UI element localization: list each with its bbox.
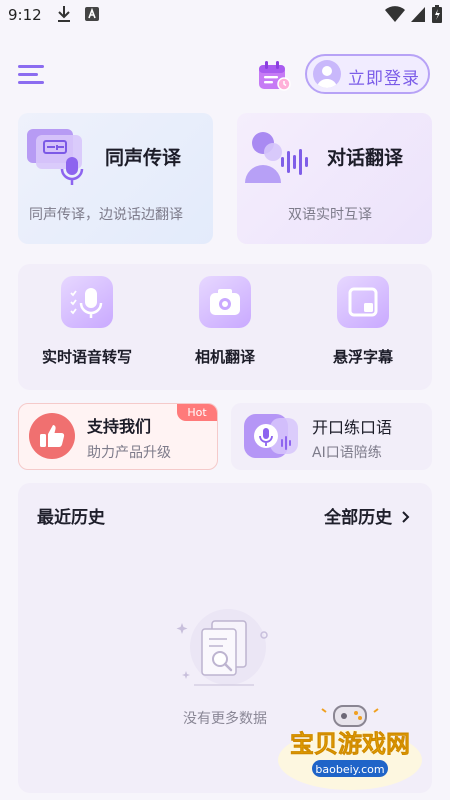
watermark-brand: 宝贝游戏网 <box>290 730 410 758</box>
simultaneous-title: 同声传译 <box>105 147 182 169</box>
tool-floating-subtitle[interactable]: 悬浮字幕 <box>294 264 432 390</box>
status-time: 9:12 <box>8 6 42 24</box>
tool-label: 相机翻译 <box>194 348 255 366</box>
signal-icon <box>410 5 426 27</box>
simultaneous-subtitle: 同声传译，边说话边翻译 <box>29 207 183 223</box>
tool-label: 实时语音转写 <box>41 348 132 366</box>
floating-window-icon <box>337 276 389 328</box>
status-bar: 9:12 <box>0 0 450 30</box>
avatar-icon <box>313 60 341 88</box>
login-button[interactable]: 立即登录 <box>305 54 430 94</box>
support-us-card[interactable]: 支持我们 助力产品升级 Hot <box>18 403 218 470</box>
app-notification-icon <box>84 5 100 27</box>
interpreter-icon <box>24 125 98 191</box>
calendar-icon[interactable] <box>257 60 291 92</box>
simultaneous-translation-card[interactable]: 同声传译 同声传译，边说话边翻译 <box>18 113 213 244</box>
thumbs-up-icon <box>29 413 75 463</box>
menu-line <box>18 81 44 84</box>
chevron-right-icon <box>402 508 410 528</box>
hot-badge: Hot <box>177 404 217 421</box>
tools-panel: 实时语音转写 相机翻译 悬浮字幕 <box>18 264 432 390</box>
download-icon <box>56 5 72 27</box>
watermark-logo: 宝贝游戏网 baobeiy.com <box>270 700 430 792</box>
menu-line <box>18 65 44 68</box>
wifi-icon <box>385 5 405 27</box>
watermark-url: baobeiy.com <box>315 763 384 776</box>
support-title: 支持我们 <box>87 417 152 436</box>
microphone-badge-icon <box>242 412 304 466</box>
speaking-practice-card[interactable]: 开口练口语 AI口语陪练 <box>231 403 432 470</box>
voice-transcription-icon <box>61 276 113 328</box>
support-subtitle: 助力产品升级 <box>87 445 171 461</box>
voice-wave-icon <box>243 127 311 193</box>
practice-subtitle: AI口语陪练 <box>312 445 382 461</box>
all-history-link[interactable]: 全部历史 <box>324 503 410 528</box>
dialogue-subtitle: 双语实时互译 <box>288 207 372 223</box>
battery-icon <box>432 5 442 27</box>
tool-label: 悬浮字幕 <box>332 348 393 366</box>
tool-camera-translation[interactable]: 相机翻译 <box>156 264 294 390</box>
practice-title: 开口练口语 <box>312 418 393 437</box>
menu-icon[interactable] <box>18 64 46 86</box>
history-title: 最近历史 <box>37 508 105 528</box>
empty-state-icon <box>168 601 278 705</box>
dialogue-title: 对话翻译 <box>327 147 404 169</box>
tool-realtime-transcription[interactable]: 实时语音转写 <box>18 264 156 390</box>
login-label: 立即登录 <box>348 69 420 89</box>
menu-line <box>18 73 38 76</box>
all-history-label: 全部历史 <box>324 508 393 528</box>
dialogue-translation-card[interactable]: 对话翻译 双语实时互译 <box>237 113 432 244</box>
camera-icon <box>199 276 251 328</box>
